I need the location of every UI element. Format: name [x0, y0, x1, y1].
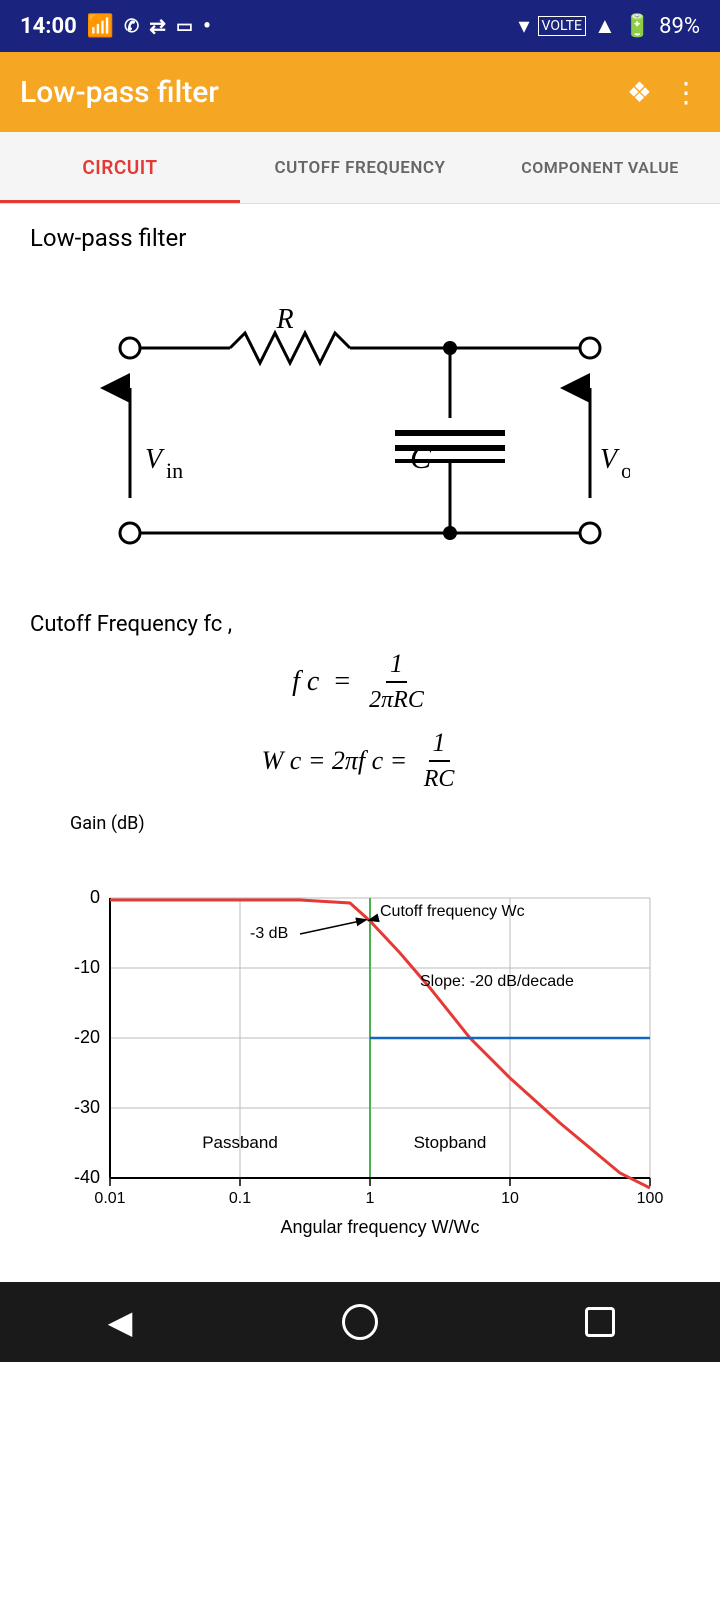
phone-icon: ▭	[176, 16, 193, 37]
signal-icon: 📶	[87, 14, 114, 39]
svg-text:10: 10	[501, 1190, 519, 1207]
svg-text:-40: -40	[74, 1167, 100, 1187]
wc-text: W c = 2πf c =	[262, 746, 414, 776]
chart-container: Gain (dB) 0 -10 -20 -30 -40	[30, 813, 690, 1242]
tab-bar: CIRCUIT CUTOFF FREQUENCY COMPONENT VALUE	[0, 132, 720, 204]
tab-cutoff[interactable]: CUTOFF FREQUENCY	[240, 132, 480, 203]
share-icon[interactable]: ❖	[627, 76, 652, 109]
svg-text:-20: -20	[74, 1027, 100, 1047]
svg-text:Slope: -20 dB/decade: Slope: -20 dB/decade	[420, 973, 574, 990]
bode-plot: 0 -10 -20 -30 -40 0.01 0.1 1 10 100 Angu…	[30, 838, 690, 1238]
status-time: 14:00	[20, 14, 77, 39]
equals-sign: =	[327, 666, 357, 698]
svg-text:Cutoff frequency Wc: Cutoff frequency Wc	[380, 903, 525, 920]
svg-text:Stopband: Stopband	[414, 1133, 487, 1152]
svg-text:V: V	[145, 444, 165, 475]
y-axis-label: Gain (dB)	[70, 813, 690, 834]
formula-fc-text: f c	[292, 666, 319, 698]
battery-icon: 🔋	[624, 14, 651, 39]
svg-text:Angular frequency W/Wc: Angular frequency W/Wc	[280, 1217, 479, 1237]
volte-icon: VOLTE	[538, 16, 586, 36]
formula-fc: f c = 1 2πRC	[30, 649, 690, 714]
svg-text:0.1: 0.1	[229, 1190, 251, 1207]
svg-text:1: 1	[366, 1190, 375, 1207]
svg-text:in: in	[166, 458, 183, 483]
svg-text:out: out	[621, 458, 630, 483]
formula-section: Cutoff Frequency fc , f c = 1 2πRC W c =…	[30, 612, 690, 793]
app-bar: Low-pass filter ❖ ⋮	[0, 52, 720, 132]
formula-label: Cutoff Frequency fc ,	[30, 612, 690, 637]
status-bar: 14:00 📶 ✆ ⇄ ▭ • ▾ VOLTE ▲ 🔋 89%	[0, 0, 720, 52]
recents-button[interactable]	[570, 1292, 630, 1352]
formula-wc: W c = 2πf c = 1 RC	[30, 728, 690, 793]
signal2-icon: ▲	[594, 13, 616, 39]
svg-text:100: 100	[637, 1190, 664, 1207]
numerator-1: 1	[386, 649, 407, 683]
svg-text:Passband: Passband	[202, 1133, 278, 1152]
tab-circuit[interactable]: CIRCUIT	[0, 132, 240, 203]
status-left: 14:00 📶 ✆ ⇄ ▭ •	[20, 14, 211, 39]
circuit-svg: R C	[90, 268, 630, 588]
sync-icon: ⇄	[149, 14, 166, 38]
app-title: Low-pass filter	[20, 75, 219, 110]
circuit-diagram: R C	[30, 268, 690, 588]
dot-icon: •	[203, 14, 211, 39]
status-right: ▾ VOLTE ▲ 🔋 89%	[518, 13, 700, 39]
bottom-nav: ◀	[0, 1282, 720, 1362]
svg-text:-10: -10	[74, 957, 100, 977]
main-content: Low-pass filter R C	[0, 204, 720, 1262]
svg-text:C: C	[410, 439, 432, 475]
svg-text:0.01: 0.01	[94, 1190, 125, 1207]
call-icon: ✆	[124, 16, 139, 37]
more-icon[interactable]: ⋮	[672, 76, 700, 109]
denominator-2pirc: 2πRC	[365, 685, 428, 714]
svg-text:-3 dB: -3 dB	[250, 925, 288, 942]
svg-text:-30: -30	[74, 1097, 100, 1117]
home-icon[interactable]	[342, 1304, 378, 1340]
home-button[interactable]	[330, 1292, 390, 1352]
tab-component[interactable]: COMPONENT VALUE	[480, 132, 720, 203]
fc-fraction: 1 2πRC	[365, 649, 428, 714]
circuit-title: Low-pass filter	[30, 224, 690, 252]
wifi-icon: ▾	[518, 14, 529, 39]
wc-fraction: 1 RC	[420, 728, 459, 793]
svg-text:V: V	[600, 444, 620, 475]
wc-numerator: 1	[429, 728, 450, 762]
back-button[interactable]: ◀	[90, 1292, 150, 1352]
recents-icon[interactable]	[585, 1307, 615, 1337]
svg-text:R: R	[275, 304, 293, 335]
wc-denominator: RC	[420, 764, 459, 793]
svg-text:0: 0	[90, 887, 100, 907]
back-icon[interactable]: ◀	[108, 1303, 133, 1341]
app-bar-icons: ❖ ⋮	[627, 76, 700, 109]
battery-pct: 89%	[659, 14, 700, 39]
